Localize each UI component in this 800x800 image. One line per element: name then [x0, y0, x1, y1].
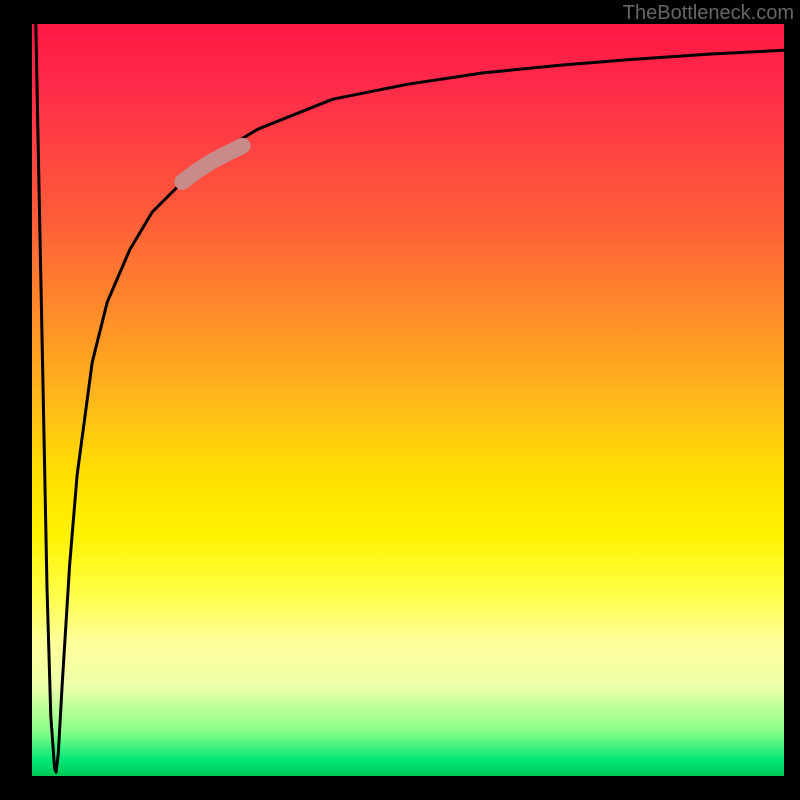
highlight-segment-path	[182, 146, 242, 182]
chart-container: TheBottleneck.com	[0, 0, 800, 800]
main-curve-group	[36, 24, 784, 772]
watermark-text: TheBottleneck.com	[623, 2, 794, 25]
bottleneck-curve-path	[36, 24, 784, 772]
plot-area	[32, 24, 784, 776]
curve-svg	[32, 24, 784, 776]
